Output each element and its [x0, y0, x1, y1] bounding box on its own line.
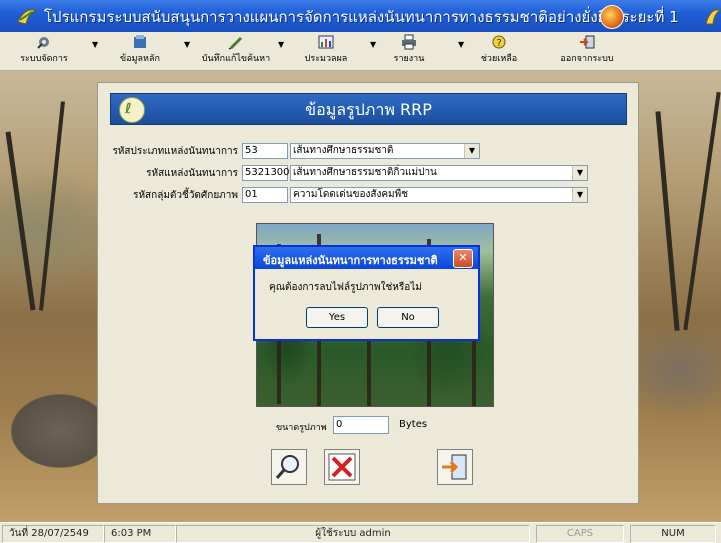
- no-button[interactable]: No: [377, 307, 439, 328]
- help-icon: ?: [492, 35, 506, 49]
- exit-door-icon: [442, 454, 467, 480]
- chart-icon: [318, 35, 334, 49]
- chevron-down-icon[interactable]: ▼: [184, 40, 190, 49]
- delete-button[interactable]: [324, 449, 360, 485]
- status-bar: วันที่ 28/07/2549 6:03 PM ผู้ใช้ระบบ adm…: [0, 522, 721, 543]
- delete-x-icon: [328, 453, 356, 481]
- toolbar-system-button[interactable]: ระบบจัดการ: [14, 34, 74, 68]
- tree-trunk: [683, 91, 721, 331]
- tree-trunk: [655, 111, 680, 331]
- dialog-message: คุณต้องการลบไฟล์รูปภาพใช่หรือไม่: [269, 282, 422, 293]
- gear-icon: [37, 37, 49, 49]
- toolbar-report-button[interactable]: รายงาน: [384, 34, 434, 68]
- app-icon: [17, 9, 38, 25]
- dialog-title: ข้อมูลแหล่งนันทนาการทางธรรมชาติ: [263, 254, 438, 267]
- indicator-code-input[interactable]: 01: [242, 187, 288, 203]
- chevron-down-icon[interactable]: ▼: [278, 40, 284, 49]
- toolbar-record-button[interactable]: บันทึกแก้ไขค้นหา: [196, 34, 276, 68]
- dialog-title-bar: ข้อมูลแหล่งนันทนาการทางธรรมชาติ ✕: [255, 247, 478, 269]
- exit-button[interactable]: [437, 449, 473, 485]
- yes-button[interactable]: Yes: [306, 307, 368, 328]
- type-select[interactable]: เส้นทางศึกษาธรรมชาติ ▼: [290, 143, 480, 159]
- logo-badge-icon: [600, 5, 624, 29]
- field-label-type-code: รหัสประเภทแหล่งนันทนาการ: [112, 146, 238, 157]
- status-time: 6:03 PM: [104, 525, 176, 543]
- edit-icon: [228, 37, 242, 50]
- type-code-input[interactable]: 53: [242, 143, 288, 159]
- printer-icon: [402, 34, 416, 50]
- chevron-down-icon[interactable]: ▼: [572, 188, 587, 202]
- toolbar-help-button[interactable]: ? ช่วยเหลือ: [474, 34, 524, 68]
- toolbar-process-button[interactable]: ประมวลผล: [296, 34, 356, 68]
- toolbar-master-data-button[interactable]: ข้อมูลหลัก: [110, 34, 170, 68]
- indicator-select[interactable]: ความโดดเด่นของสังคมพืช ▼: [290, 187, 588, 203]
- field-label-site-code: รหัสแหล่งนันทนาการ: [146, 168, 238, 179]
- magnifier-icon: [275, 455, 299, 479]
- chevron-down-icon[interactable]: ▼: [464, 144, 479, 158]
- window-title: โปรแกรมระบบสนับสนุนการวางแผนการจัดการแหล…: [44, 8, 679, 26]
- site-code-input[interactable]: 53213001: [242, 165, 296, 181]
- image-size-label: ขนาดรูปภาพ: [276, 423, 327, 433]
- exit-icon: [580, 35, 595, 49]
- folder-icon: [134, 35, 146, 48]
- chevron-down-icon[interactable]: ▼: [370, 40, 376, 49]
- status-caps: CAPS: [536, 525, 624, 543]
- status-date: วันที่ 28/07/2549: [2, 525, 104, 543]
- site-select[interactable]: เส้นทางศึกษาธรรมชาติกิ่วแม่ปาน ▼: [290, 165, 588, 181]
- close-icon[interactable]: ✕: [453, 249, 473, 268]
- form-title: ข้อมูลรูปภาพ RRP: [305, 100, 432, 119]
- chevron-down-icon[interactable]: ▼: [458, 40, 464, 49]
- toolbar-exit-button[interactable]: ออกจากระบบ: [554, 34, 620, 68]
- confirm-delete-dialog: ข้อมูลแหล่งนันทนาการทางธรรมชาติ ✕ คุณต้อ…: [253, 245, 480, 341]
- image-size-unit: Bytes: [399, 419, 428, 430]
- chevron-down-icon[interactable]: ▼: [92, 40, 98, 49]
- search-button[interactable]: [271, 449, 307, 485]
- title-bar: โปรแกรมระบบสนับสนุนการวางแผนการจัดการแหล…: [0, 0, 721, 32]
- form-banner: ℓ ข้อมูลรูปภาพ RRP: [110, 93, 627, 125]
- tree-trunk: [39, 101, 65, 311]
- status-user: ผู้ใช้ระบบ admin: [176, 525, 530, 543]
- status-num: NUM: [630, 525, 716, 543]
- corner-icon: [705, 9, 721, 25]
- chevron-down-icon[interactable]: ▼: [572, 166, 587, 180]
- image-size-input[interactable]: 0: [333, 416, 389, 434]
- tree-trunk: [5, 131, 36, 311]
- toolbar: ระบบจัดการ ▼ ข้อมูลหลัก ▼ บันทึกแก้ไขค้น…: [0, 32, 721, 71]
- svg-text:?: ?: [497, 38, 502, 49]
- field-label-indicator-group: รหัสกลุ่มตัวชี้วัดศักยภาพ: [133, 190, 238, 201]
